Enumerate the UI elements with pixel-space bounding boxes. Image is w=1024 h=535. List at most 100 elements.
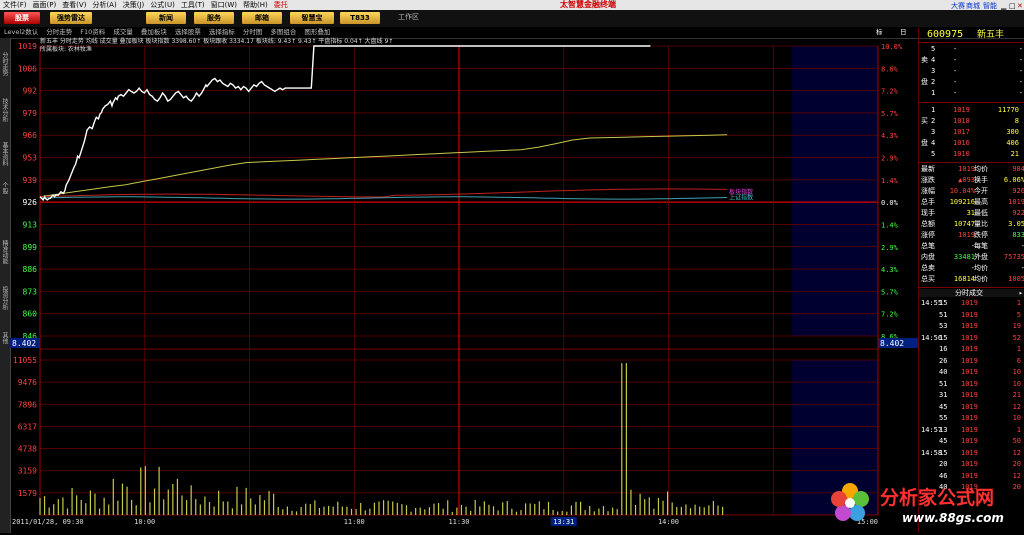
tab-volume[interactable]: 成交量 [109, 27, 137, 38]
menu-help[interactable]: 帮助(H) [240, 0, 271, 10]
stat-label: 量比 [974, 220, 988, 228]
average-price-line [39, 134, 728, 198]
volume-tick-label: 9476 [18, 378, 37, 387]
news-button[interactable]: 新闻 [146, 12, 186, 24]
tick-price: 1019 [961, 379, 978, 388]
menu-analysis[interactable]: 分析(A) [89, 0, 119, 10]
menu-check[interactable]: 查看(V) [59, 0, 89, 10]
tick-second: 55 [939, 414, 948, 422]
side-tab-stock[interactable]: 个股 [1, 178, 9, 198]
tick-price: 1019 [961, 356, 978, 365]
tab-f10[interactable]: F10资料 [76, 27, 109, 38]
stat-label: 每笔 [974, 242, 988, 250]
tick-second: 45 [939, 402, 948, 411]
tab-minute-chart[interactable]: 分时图 [239, 27, 267, 38]
wisdom-button[interactable]: 智慧宝 [290, 12, 334, 24]
chart-info: 新五丰 分时走势 均线 成交量 叠加板块 板块指数 3398.60↑ 板块跟收 … [40, 38, 393, 54]
time-tick-label: 2011/01/28, 09:30 [12, 518, 84, 526]
pct-tick-label: 7.2% [881, 311, 899, 319]
level-label: 5 [931, 45, 936, 53]
tab-select-stock[interactable]: 选择股票 [171, 27, 205, 38]
scale-value-left: 8.402 [12, 339, 36, 348]
tick-volume: 20 [1012, 460, 1021, 468]
side-tab-other[interactable]: 其他 [1, 328, 9, 348]
tick-volume: 1 [1016, 425, 1021, 434]
tick-second: 15 [939, 299, 948, 307]
tick-second: 40 [939, 368, 948, 376]
stat-value: 1019 [958, 165, 975, 173]
menu-tools[interactable]: 工具(T) [178, 0, 208, 10]
tab-minute[interactable]: 分时走势 [42, 27, 76, 38]
buy-side-label: 买 [921, 117, 928, 125]
tick-volume: 5 [1016, 310, 1021, 319]
tick-second: 15 [939, 448, 948, 457]
price-tick-label: 873 [23, 287, 38, 296]
bid-price: 1016 [953, 139, 970, 147]
tick-price: 1019 [961, 333, 978, 342]
price-tick-label: 926 [23, 198, 38, 207]
side-tab-basic[interactable]: 基本资料 [1, 134, 9, 174]
stat-value: 16814 [953, 275, 975, 283]
service-button[interactable]: 服务 [194, 12, 234, 24]
price-tick-label: 886 [23, 265, 38, 274]
stat-row: 最新 1019 均价 984 [919, 165, 1024, 173]
menu-decision[interactable]: 决策(J) [120, 0, 148, 10]
side-tab-momentum[interactable]: 精准动能 [1, 232, 9, 272]
menu-trade[interactable]: 委托 [271, 0, 291, 10]
tab-day[interactable]: 日 [896, 27, 911, 38]
stat-label: 换手 [974, 176, 988, 184]
tick-row: 31 1019 21 [919, 391, 1024, 399]
menu-view[interactable]: 画面(P) [30, 0, 60, 10]
tick-second: 51 [939, 379, 948, 388]
tab-multi-chart[interactable]: 多图组合 [266, 27, 300, 38]
side-tab-tech[interactable]: 技术分析 [1, 90, 9, 130]
tick-second: 16 [939, 345, 948, 353]
tab-mark[interactable]: 标 [872, 27, 887, 38]
tick-volume: 10 [1012, 414, 1021, 422]
app-title: 太智慧金融终端 [560, 0, 616, 9]
bid-price: - [953, 89, 958, 97]
volume-tick-label: 7896 [18, 400, 37, 409]
stat-row: 涨幅 10.04% 今开 926 [919, 187, 1024, 195]
bid-volume: - [1018, 78, 1023, 86]
stat-value: 3.05 [1008, 220, 1024, 228]
stat-label: 总额 [921, 220, 935, 228]
t833-button[interactable]: T833 [340, 12, 380, 24]
tick-second: 26 [939, 356, 948, 365]
tab-level2[interactable]: Level2数认 [0, 27, 42, 38]
tick-second: 53 [939, 322, 948, 330]
stat-label: 均价 [974, 264, 988, 272]
tab-overlay[interactable]: 图形叠加 [300, 27, 334, 38]
menu-bar: 文件(F) 画面(P) 查看(V) 分析(A) 决策(J) 公式(U) 工具(T) 窗口(W)… [0, 0, 1024, 10]
stat-value: 1005 [1008, 275, 1024, 283]
tab-select-indicator[interactable]: 选择指标 [205, 27, 239, 38]
scale-value-right: 8.402 [880, 339, 904, 348]
tick-second: 45 [939, 437, 948, 445]
stock-button[interactable]: 股票 [4, 12, 40, 24]
level-label: 3 [931, 67, 936, 75]
mailbox-button[interactable]: 邮箱 [242, 12, 282, 24]
bid-volume: 406 [1006, 139, 1019, 147]
stat-label: 跌停 [974, 231, 988, 239]
workspace-label[interactable]: 工作区 [398, 12, 419, 22]
tick-row: 14:57 13 1019 1 [919, 426, 1024, 434]
side-tab-invest[interactable]: 投资分析 [1, 278, 9, 318]
tick-price: 1019 [961, 310, 978, 319]
menu-window[interactable]: 窗口(W) [208, 0, 240, 10]
volume-tick-label: 1579 [18, 489, 37, 498]
stat-value: 10747 [953, 220, 975, 228]
menu-file[interactable]: 文件(F) [0, 0, 30, 10]
stat-value: 33481 [953, 253, 975, 261]
buy-row: 盘 4 1016 406 [919, 139, 1024, 147]
side-tab-minute[interactable]: 分时走势 [1, 42, 9, 86]
tab-sector-overlay[interactable]: 叠加板块 [137, 27, 171, 38]
sell-row: 卖4 - - [919, 56, 1024, 64]
tick-row: 16 1019 1 [919, 345, 1024, 353]
stat-row: 涨跌 ▲093 换手 6.06% [919, 176, 1024, 184]
menu-formula[interactable]: 公式(U) [147, 0, 178, 10]
radar-button[interactable]: 强势雷达 [50, 12, 92, 24]
stat-value: 833 [1012, 231, 1024, 239]
price-tick-label: 860 [23, 310, 38, 319]
bid-volume: - [1018, 56, 1023, 64]
stat-label: 均价 [974, 275, 988, 283]
